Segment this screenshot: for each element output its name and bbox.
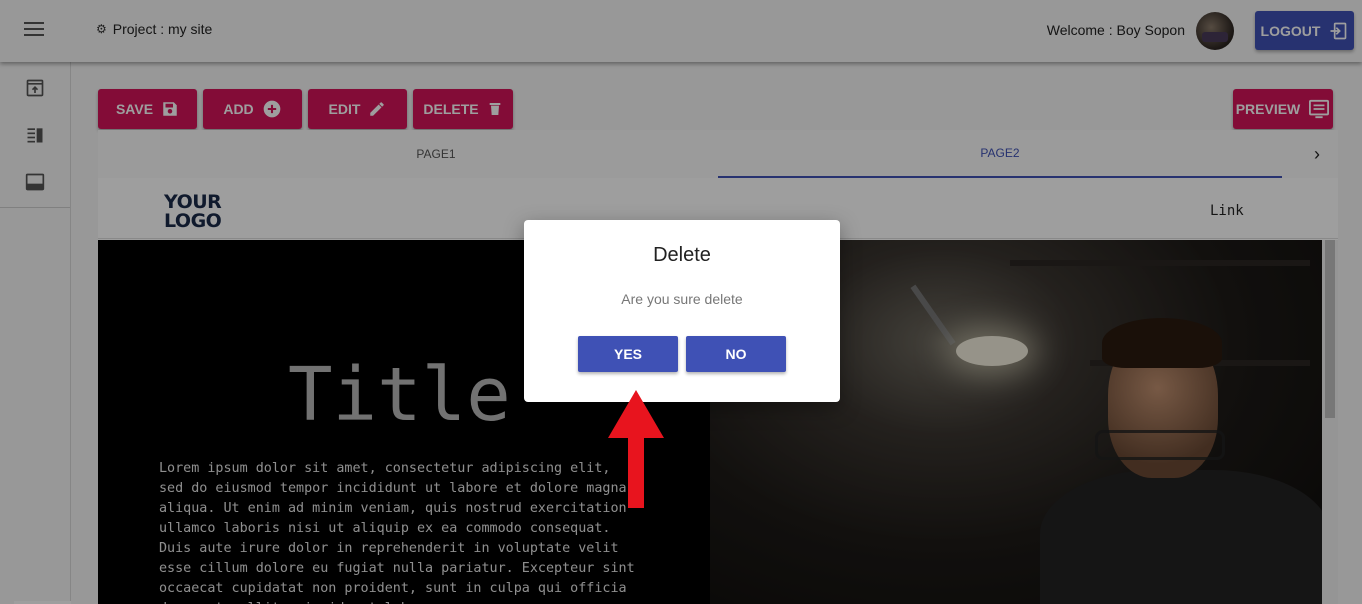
- no-button[interactable]: NO: [686, 336, 786, 372]
- dialog-message: Are you sure delete: [621, 291, 743, 307]
- dialog-title: Delete: [653, 244, 711, 266]
- yes-label: YES: [613, 346, 642, 362]
- delete-dialog: Delete Are you sure delete YES NO: [524, 220, 840, 402]
- yes-button[interactable]: YES: [578, 336, 678, 372]
- red-arrow-annotation: [608, 390, 664, 508]
- no-label: NO: [725, 346, 747, 362]
